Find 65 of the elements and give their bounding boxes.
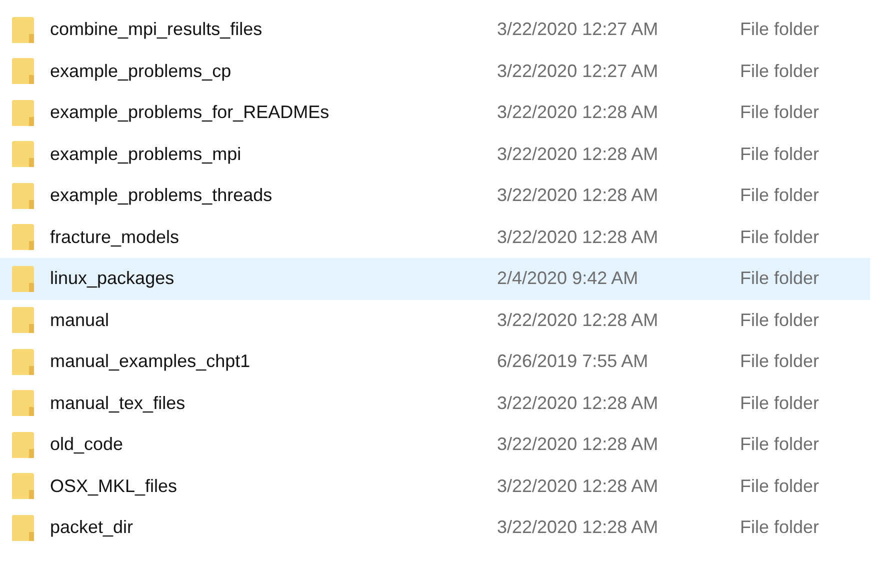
folder-icon [12,266,34,292]
file-row[interactable]: example_problems_mpi 3/22/2020 12:28 AM File folder [0,134,870,175]
folder-icon [12,473,34,500]
file-row[interactable]: example_problems_for_READMEs 3/22/2020 12:28 AM File folder [0,92,870,134]
file-name: fracture_models [50,226,180,248]
file-name: combine_mpi_results_files [50,19,264,40]
file-type: File folder [740,351,820,372]
file-row[interactable]: OSX_MKL_files 3/22/2020 12:28 AM File folder [0,466,870,507]
folder-icon [12,182,34,209]
file-name: manual_examples_chpt1 [50,351,252,372]
file-type: File folder [740,434,820,456]
file-name: old_code [50,434,124,456]
file-name: example_problems_mpi [50,144,242,165]
file-name: packet_dir [50,517,134,538]
date-modified: 3/22/2020 12:28 AM [497,476,660,497]
file-type: File folder [740,268,820,290]
date-modified: 3/22/2020 12:28 AM [497,102,660,124]
file-type: File folder [740,185,820,206]
file-row[interactable]: manual_tex_files 3/22/2020 12:28 AM File folder [0,382,870,424]
file-row[interactable]: old_code 3/22/2020 12:28 AM File folder [0,424,870,466]
file-type: File folder [740,102,820,124]
folder-icon [12,58,34,84]
file-row[interactable]: manual 3/22/2020 12:28 AM File folder [0,300,870,341]
file-name: OSX_MKL_files [50,476,178,497]
date-modified: 3/22/2020 12:28 AM [497,226,660,248]
file-type: File folder [740,60,820,82]
folder-icon [12,432,34,458]
file-row[interactable]: linux_packages 2/4/2020 9:42 AM File folder [0,258,870,300]
file-row[interactable]: example_problems_threads 3/22/2020 12:28 AM File folder [0,175,870,216]
folder-icon [12,348,34,375]
date-modified: 3/22/2020 12:28 AM [497,310,660,331]
date-modified: 3/22/2020 12:28 AM [497,434,660,456]
file-type: File folder [740,144,820,165]
file-row[interactable]: packet_dir 3/22/2020 12:28 AM File folder [0,507,870,548]
date-modified: 3/22/2020 12:28 AM [497,517,660,538]
date-modified: 3/22/2020 12:27 AM [497,60,660,82]
file-type: File folder [740,226,820,248]
folder-icon [12,141,34,168]
file-row[interactable]: example_problems_cp 3/22/2020 12:27 AM File folder [0,50,870,92]
date-modified: 2/4/2020 9:42 AM [497,268,640,290]
file-row[interactable]: combine_mpi_results_files 3/22/2020 12:27 AM File folder [0,9,870,50]
file-name: example_problems_cp [50,60,232,82]
date-modified: 3/22/2020 12:28 AM [497,144,660,165]
date-modified: 3/22/2020 12:28 AM [497,392,660,414]
date-modified: 6/26/2019 7:55 AM [497,351,650,372]
file-type: File folder [740,19,820,40]
file-type: File folder [740,392,820,414]
folder-icon [12,100,34,126]
file-row[interactable]: fracture_models 3/22/2020 12:28 AM File folder [0,216,870,258]
folder-icon [12,307,34,334]
folder-icon [12,224,34,250]
file-name: linux_packages [50,268,176,290]
file-row[interactable]: manual_examples_chpt1 6/26/2019 7:55 AM File folder [0,341,870,382]
file-name: example_problems_threads [50,185,274,206]
file-name: manual [50,310,110,331]
folder-icon [12,16,34,43]
folder-icon [12,390,34,416]
date-modified: 3/22/2020 12:28 AM [497,185,660,206]
file-type: File folder [740,476,820,497]
file-type: File folder [740,517,820,538]
file-name: example_problems_for_READMEs [50,102,330,124]
file-name: manual_tex_files [50,392,186,414]
date-modified: 3/22/2020 12:27 AM [497,19,660,40]
file-type: File folder [740,310,820,331]
folder-icon [12,514,34,541]
